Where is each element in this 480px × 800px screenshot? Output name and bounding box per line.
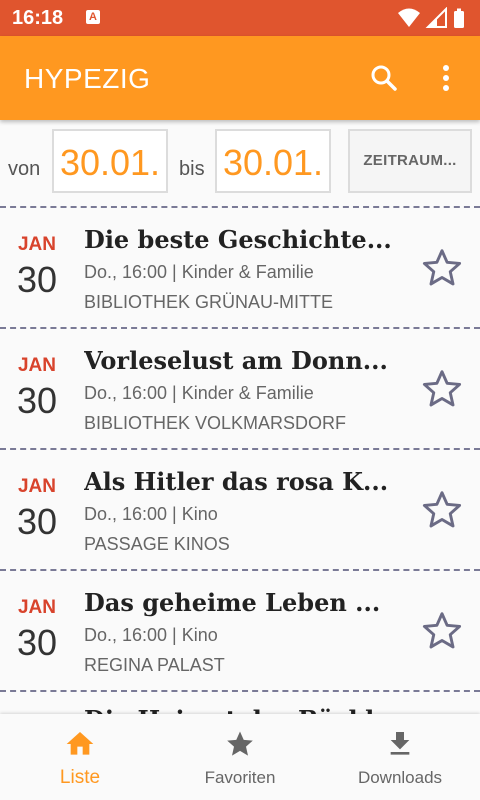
event-venue: BIBLIOTHEK GRÜNAU-MITTE: [84, 292, 334, 312]
event-month: JAN: [17, 234, 56, 255]
search-icon: [371, 65, 397, 91]
favorite-button[interactable]: [420, 367, 464, 411]
bottom-navigation: Liste Favoriten Downloads: [0, 714, 480, 800]
event-meta: Do., 16:00 | Kinder & Familie: [84, 262, 314, 282]
event-day: 30: [16, 380, 58, 421]
favorite-button[interactable]: [420, 488, 464, 532]
event-title: Vorleselust am Donn...: [84, 346, 388, 375]
event-list[interactable]: JAN 30 Die beste Geschichte... Do., 16:0…: [0, 208, 480, 714]
date-filter-row: von 30.01. bis 30.01. ZEITRAUM...: [0, 120, 480, 206]
event-title-partial: Die Heimat der Bäckl: [84, 704, 374, 714]
event-list-item[interactable]: JAN 30 Vorleselust am Donn... Do., 16:00…: [0, 329, 480, 450]
more-vert-icon: [443, 65, 449, 91]
event-day: 30: [16, 501, 58, 542]
event-meta: Do., 16:00 | Kino: [84, 504, 218, 524]
star-outline-icon: [422, 612, 462, 649]
nav-item-favoriten[interactable]: Favoriten: [160, 714, 320, 800]
event-meta: Do., 16:00 | Kinder & Familie: [84, 383, 314, 403]
event-venue: PASSAGE KINOS: [84, 534, 230, 554]
event-meta: Do., 16:00 | Kino: [84, 625, 218, 645]
nav-label: Favoriten: [204, 768, 276, 787]
star-outline-icon: [422, 249, 462, 286]
to-date-field[interactable]: 30.01.: [215, 129, 331, 193]
event-list-item[interactable]: JAN 30 Das geheime Leben ... Do., 16:00 …: [0, 571, 480, 692]
event-month: JAN: [17, 597, 56, 618]
app-bar: HYPEZIG: [0, 36, 480, 120]
event-day: 30: [16, 259, 58, 300]
event-title: Als Hitler das rosa K...: [84, 467, 389, 496]
wifi-icon: [398, 8, 420, 27]
battery-icon: [454, 8, 464, 28]
nav-label: Liste: [59, 767, 101, 788]
star-outline-icon: [422, 370, 462, 407]
home-icon: [66, 732, 94, 755]
favorite-button[interactable]: [420, 246, 464, 290]
event-month: JAN: [17, 355, 56, 376]
event-list-item[interactable]: JAN 30 Die beste Geschichte... Do., 16:0…: [0, 208, 480, 329]
event-venue: REGINA PALAST: [84, 655, 225, 675]
overflow-menu-button[interactable]: [428, 58, 464, 98]
nav-item-downloads[interactable]: Downloads: [320, 714, 480, 800]
search-button[interactable]: [364, 58, 404, 98]
status-bar: 16:18 A: [0, 0, 480, 36]
event-day: 30: [16, 622, 58, 663]
app-title: HYPEZIG: [24, 63, 151, 94]
from-date-field[interactable]: 30.01.: [52, 129, 168, 193]
event-title: Das geheime Leben ...: [84, 588, 381, 617]
to-label: bis: [179, 158, 205, 180]
notification-letter: A: [89, 11, 97, 23]
date-range-button[interactable]: ZEITRAUM...: [348, 129, 472, 193]
status-time: 16:18: [12, 7, 64, 29]
star-outline-icon: [422, 491, 462, 528]
nav-item-liste[interactable]: Liste: [0, 714, 160, 800]
status-icons: [398, 7, 464, 28]
nav-label: Downloads: [357, 768, 443, 787]
list-divider: [0, 690, 480, 692]
notification-app-icon: A: [86, 10, 100, 24]
event-venue: BIBLIOTHEK VOLKMARSDORF: [84, 413, 347, 433]
event-month: JAN: [17, 476, 56, 497]
from-label: von: [8, 158, 41, 180]
download-icon: [390, 732, 410, 755]
star-icon: [227, 731, 253, 756]
event-title: Die beste Geschichte...: [84, 225, 392, 254]
event-list-item[interactable]: JAN 30 Als Hitler das rosa K... Do., 16:…: [0, 450, 480, 571]
favorite-button[interactable]: [420, 609, 464, 653]
